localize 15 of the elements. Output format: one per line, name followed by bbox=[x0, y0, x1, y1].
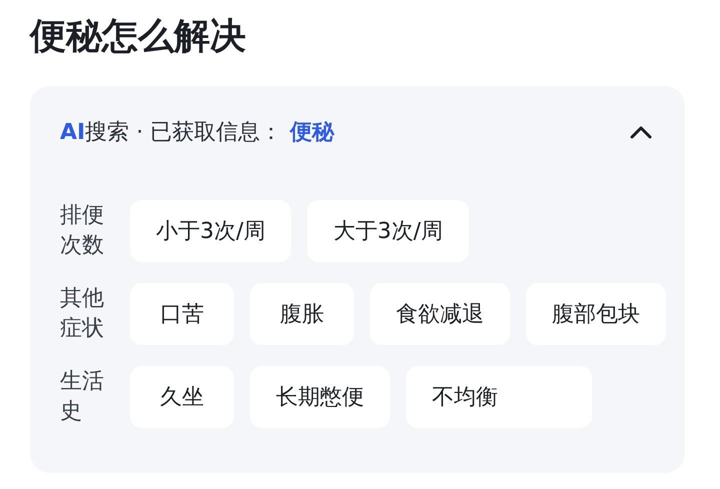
chevron-icon bbox=[629, 124, 653, 140]
option-chip[interactable]: 大于3次/周 bbox=[307, 200, 469, 262]
option-chip[interactable]: 口苦 bbox=[130, 283, 234, 345]
group-label: 生活史 bbox=[60, 368, 105, 426]
option-chip[interactable]: 久坐 bbox=[130, 366, 234, 428]
panel-heading: AI搜索 · 已获取信息： 便秘 bbox=[60, 119, 334, 147]
option-chip[interactable]: 食欲减退 bbox=[370, 283, 510, 345]
option-chip[interactable]: 腹胀 bbox=[250, 283, 354, 345]
option-chip[interactable]: 腹部包块 bbox=[526, 283, 666, 345]
page-title: 便秘怎么解决 bbox=[30, 15, 247, 59]
option-chip[interactable]: 小于3次/周 bbox=[130, 200, 292, 262]
group-label: 其他症状 bbox=[60, 285, 105, 343]
option-chip[interactable]: 长期憋便 bbox=[250, 366, 390, 428]
option-chip[interactable]: 不均衡 bbox=[406, 366, 592, 428]
group-label: 排便次数 bbox=[60, 202, 105, 260]
